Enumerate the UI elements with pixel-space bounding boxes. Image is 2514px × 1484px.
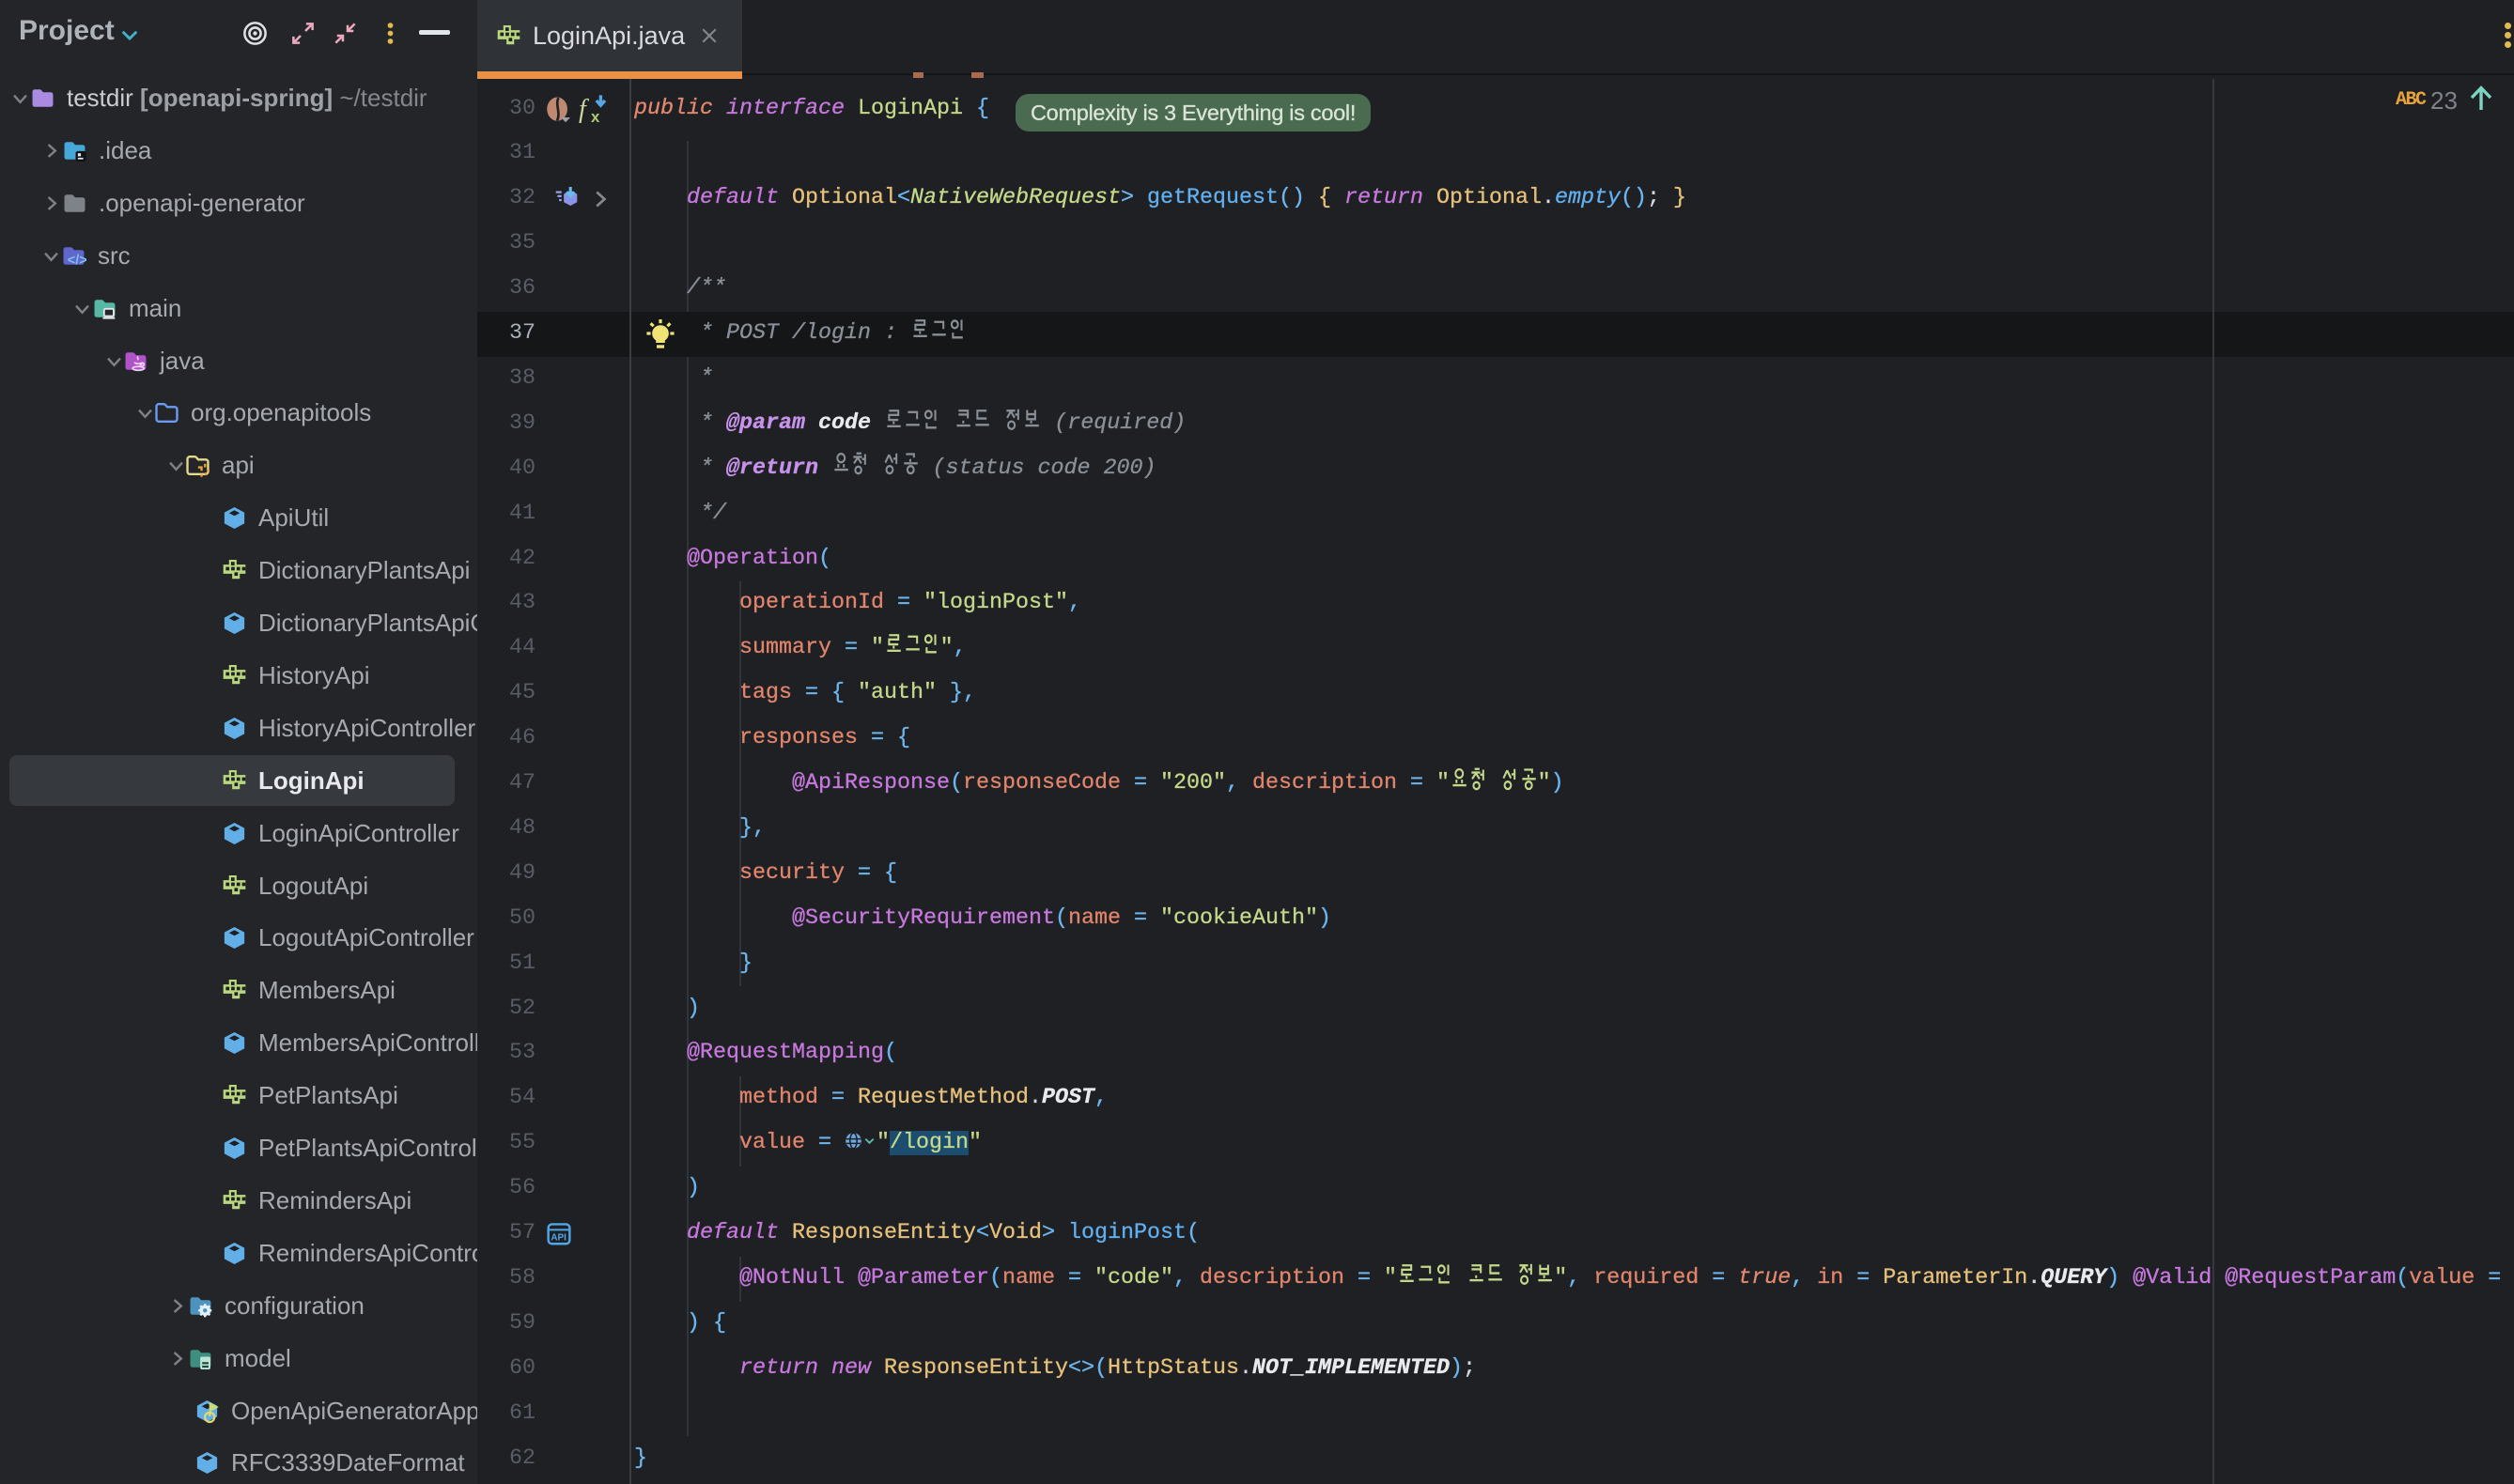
svg-text:API: API — [551, 1233, 566, 1244]
svg-text:x: x — [591, 107, 600, 124]
svg-text:f: f — [579, 95, 589, 124]
svg-text:</>: </> — [68, 253, 86, 268]
